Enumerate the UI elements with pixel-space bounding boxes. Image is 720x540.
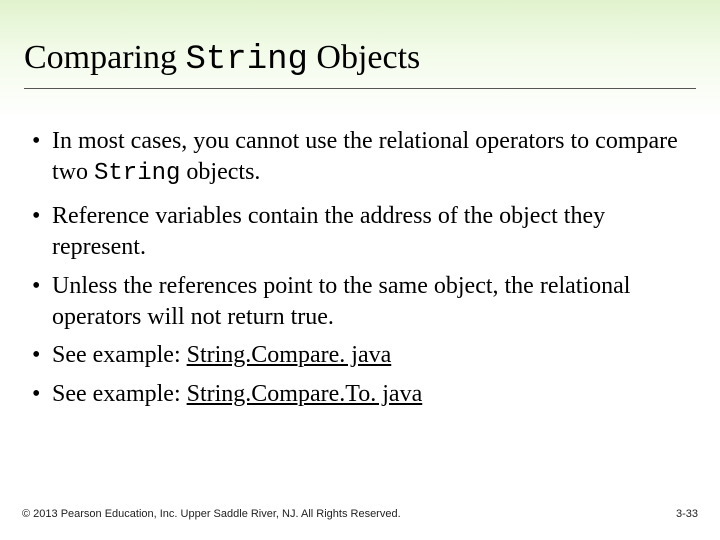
list-item: See example: String.Compare.To. java (24, 379, 682, 410)
bullet-text: Reference variables contain the address … (52, 203, 605, 260)
list-item: See example: String.Compare. java (24, 340, 682, 371)
bullet-text: See example: (52, 342, 187, 368)
bullet-mono: String (94, 160, 180, 187)
example-link[interactable]: String.Compare.To. java (187, 381, 423, 407)
slide-content: In most cases, you cannot use the relati… (24, 126, 682, 418)
title-text-pre: Comparing (24, 39, 185, 76)
bullet-text: objects. (180, 159, 260, 185)
bullet-text: See example: (52, 381, 187, 407)
slide: Comparing String Objects In most cases, … (0, 0, 720, 540)
list-item: In most cases, you cannot use the relati… (24, 126, 682, 189)
example-link[interactable]: String.Compare. java (187, 342, 392, 368)
bullet-list: In most cases, you cannot use the relati… (24, 126, 682, 410)
title-text-mono: String (185, 41, 307, 79)
footer: © 2013 Pearson Education, Inc. Upper Sad… (22, 508, 698, 520)
list-item: Reference variables contain the address … (24, 201, 682, 262)
slide-title: Comparing String Objects (24, 38, 696, 89)
list-item: Unless the references point to the same … (24, 271, 682, 332)
title-text-post: Objects (308, 39, 420, 76)
page-number: 3-33 (676, 508, 698, 520)
bullet-text: Unless the references point to the same … (52, 273, 630, 330)
copyright-text: © 2013 Pearson Education, Inc. Upper Sad… (22, 508, 401, 520)
